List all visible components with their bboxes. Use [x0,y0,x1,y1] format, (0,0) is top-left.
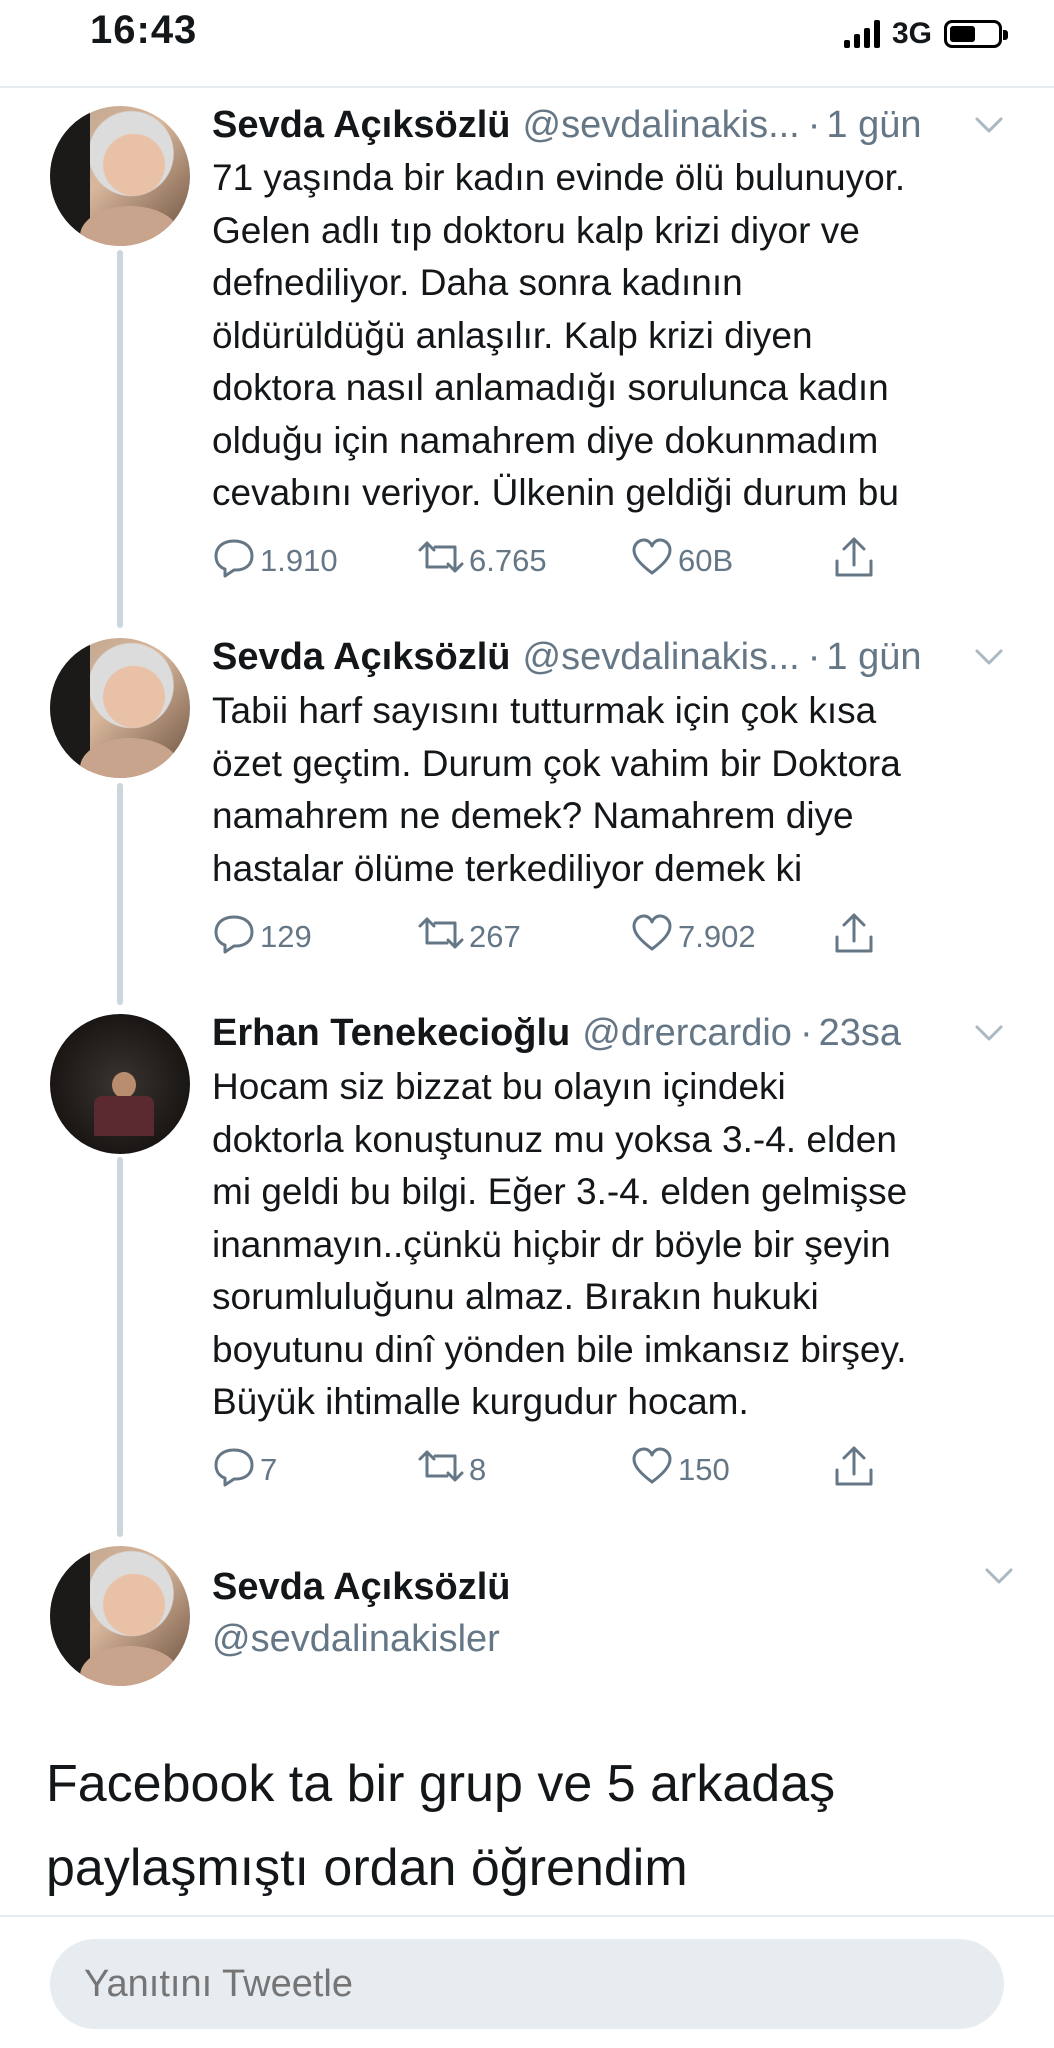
heart-icon [630,1444,674,1496]
tweet-text-line: Facebook ta bir grup ve 5 arkadaş [46,1755,836,1813]
network-type: 3G [891,17,932,50]
tweet-header: Sevda Açıksözlü @sevdalinakis... · 1 gün [212,100,1014,150]
like-count: 7.902 [678,919,756,954]
retweet-icon [417,911,465,963]
tweet-text-line: Gelen adlı tıp doktoru kalp krizi diyor … [212,209,860,251]
tweet-text-line: mi geldi bu bilgi. Eğer 3.-4. elden gelm… [212,1171,908,1212]
status-time: 16:43 [90,8,198,52]
tweet-text-line: hastalar ölüme terkediliyor demek ki [212,847,803,889]
reply-button[interactable]: 7 [212,1444,277,1496]
heart-icon [630,535,674,587]
tweet-text-line: doktora nasıl anlamadığı sorulunca kadın [212,367,889,408]
reply-count: 7 [260,1452,278,1487]
retweet-icon [417,535,465,587]
separator-dot: · [799,1011,813,1054]
tweet-text-line: öldürüldüğü anlaşılır. Kalp krizi diyen [212,314,813,356]
status-indicators: 3G [843,14,1008,54]
retweet-button[interactable]: 6.765 [417,535,547,587]
retweet-button[interactable]: 267 [417,911,521,963]
heart-icon [630,911,674,963]
chevron-down-icon[interactable] [964,100,1014,150]
tweet-text: Hocam siz bizzat bu olayın içindeki dokt… [212,1061,1012,1429]
share-icon [832,1444,876,1496]
main-tweet-text: Facebook ta bir grup ve 5 arkadaş paylaş… [46,1742,1006,1910]
tweet-text-line: namahrem ne demek? Namahrem diye [212,795,854,836]
retweet-icon [417,1444,465,1496]
tweet-actions: 1.910 6.765 60B [212,536,912,586]
like-button[interactable]: 150 [630,1444,730,1496]
divider [0,86,1054,88]
tweet-text-line: 71 yaşında bir kadın evinde ölü bulunuyo… [212,157,906,198]
reply-input[interactable] [50,1939,1004,2029]
share-button[interactable] [832,535,876,587]
tweet-text: Tabii harf sayısını tutturmak için çok k… [212,685,1012,895]
tweet-text-line: doktorla konuştunuz mu yoksa 3.-4. elden [212,1118,897,1160]
tweet-text: 71 yaşında bir kadın evinde ölü bulunuyo… [212,152,1012,520]
reply-icon [212,1444,256,1496]
author-name[interactable]: Sevda Açıksözlü [212,1566,511,1609]
tweet-text-line: Büyük ihtimalle kurgudur hocam. [212,1381,749,1422]
author-handle[interactable]: @sevdalinakisler [212,1618,500,1661]
share-button[interactable] [832,1444,876,1496]
avatar[interactable] [50,1014,190,1154]
reply-button[interactable]: 1.910 [212,535,338,587]
reply-icon [212,535,256,587]
like-button[interactable]: 60B [630,535,733,587]
tweet-actions: 129 267 7.902 [212,912,912,962]
battery-icon [944,20,1008,48]
author-handle[interactable]: @sevdalinakis... [523,104,800,147]
separator-dot: · [807,103,821,146]
signal-strength-icon [843,20,880,48]
chevron-down-icon[interactable] [984,1567,1014,1590]
chevron-down-icon[interactable] [964,632,1014,682]
tweet-header: Erhan Tenekecioğlu @drercardio · 23sa [212,1008,1014,1058]
tweet-time[interactable]: 1 gün [826,104,921,147]
tweet-text-line: boyutunu dinî yönden bile imkansız birşe… [212,1328,907,1370]
reply-button[interactable]: 129 [212,911,312,963]
separator-dot: · [807,635,821,678]
tweet-text-line: inanmayın..çünkü hiçbir dr böyle bir şey… [212,1223,891,1265]
status-bar: 16:43 3G [0,0,1054,86]
reply-count: 129 [260,919,312,954]
tweet-text-line: sorumluluğunu almaz. Bırakın hukuki [212,1276,819,1317]
author-handle[interactable]: @drercardio [582,1012,792,1055]
tweet-text-line: cevabını veriyor. Ülkenin geldiği durum … [212,472,899,513]
tweet-text-line: paylaşmıştı ordan öğrendim [46,1839,688,1897]
tweet-time[interactable]: 1 gün [826,636,921,679]
avatar[interactable] [50,638,190,778]
tweet-time[interactable]: 23sa [819,1012,901,1055]
tweet-text-line: Tabii harf sayısını tutturmak için çok k… [212,690,877,731]
tweet-header: Sevda Açıksözlü @sevdalinakis... · 1 gün [212,632,1014,682]
like-count: 60B [678,543,734,578]
chevron-down-icon[interactable] [964,1008,1014,1058]
avatar[interactable] [50,106,190,246]
avatar[interactable] [50,1546,190,1686]
retweet-count: 267 [469,919,521,954]
tweet-text-line: Hocam siz bizzat bu olayın içindeki [212,1066,786,1107]
share-icon [832,911,876,963]
tweet-text-line: özet geçtim. Durum çok vahim bir Doktora [212,742,901,784]
author-name[interactable]: Sevda Açıksözlü [212,636,511,679]
retweet-button[interactable]: 8 [417,1444,486,1496]
share-button[interactable] [832,911,876,963]
thread-line [117,783,123,1005]
like-count: 150 [678,1452,730,1487]
tweet-actions: 7 8 150 [212,1445,912,1495]
author-handle[interactable]: @sevdalinakis... [523,636,800,679]
reply-icon [212,911,256,963]
tweet-text-line: olduğu için namahrem diye dokunmadım [212,419,879,461]
share-icon [832,535,876,587]
author-name[interactable]: Sevda Açıksözlü [212,104,511,147]
reply-count: 1.910 [260,543,338,578]
reply-bar [0,1915,1054,2048]
thread-line [117,250,123,628]
author-name[interactable]: Erhan Tenekecioğlu [212,1012,570,1055]
tweet-text-line: defnediliyor. Daha sonra kadının [212,262,743,303]
like-button[interactable]: 7.902 [630,911,756,963]
retweet-count: 8 [469,1452,487,1487]
retweet-count: 6.765 [469,543,547,578]
thread-line [117,1157,123,1537]
